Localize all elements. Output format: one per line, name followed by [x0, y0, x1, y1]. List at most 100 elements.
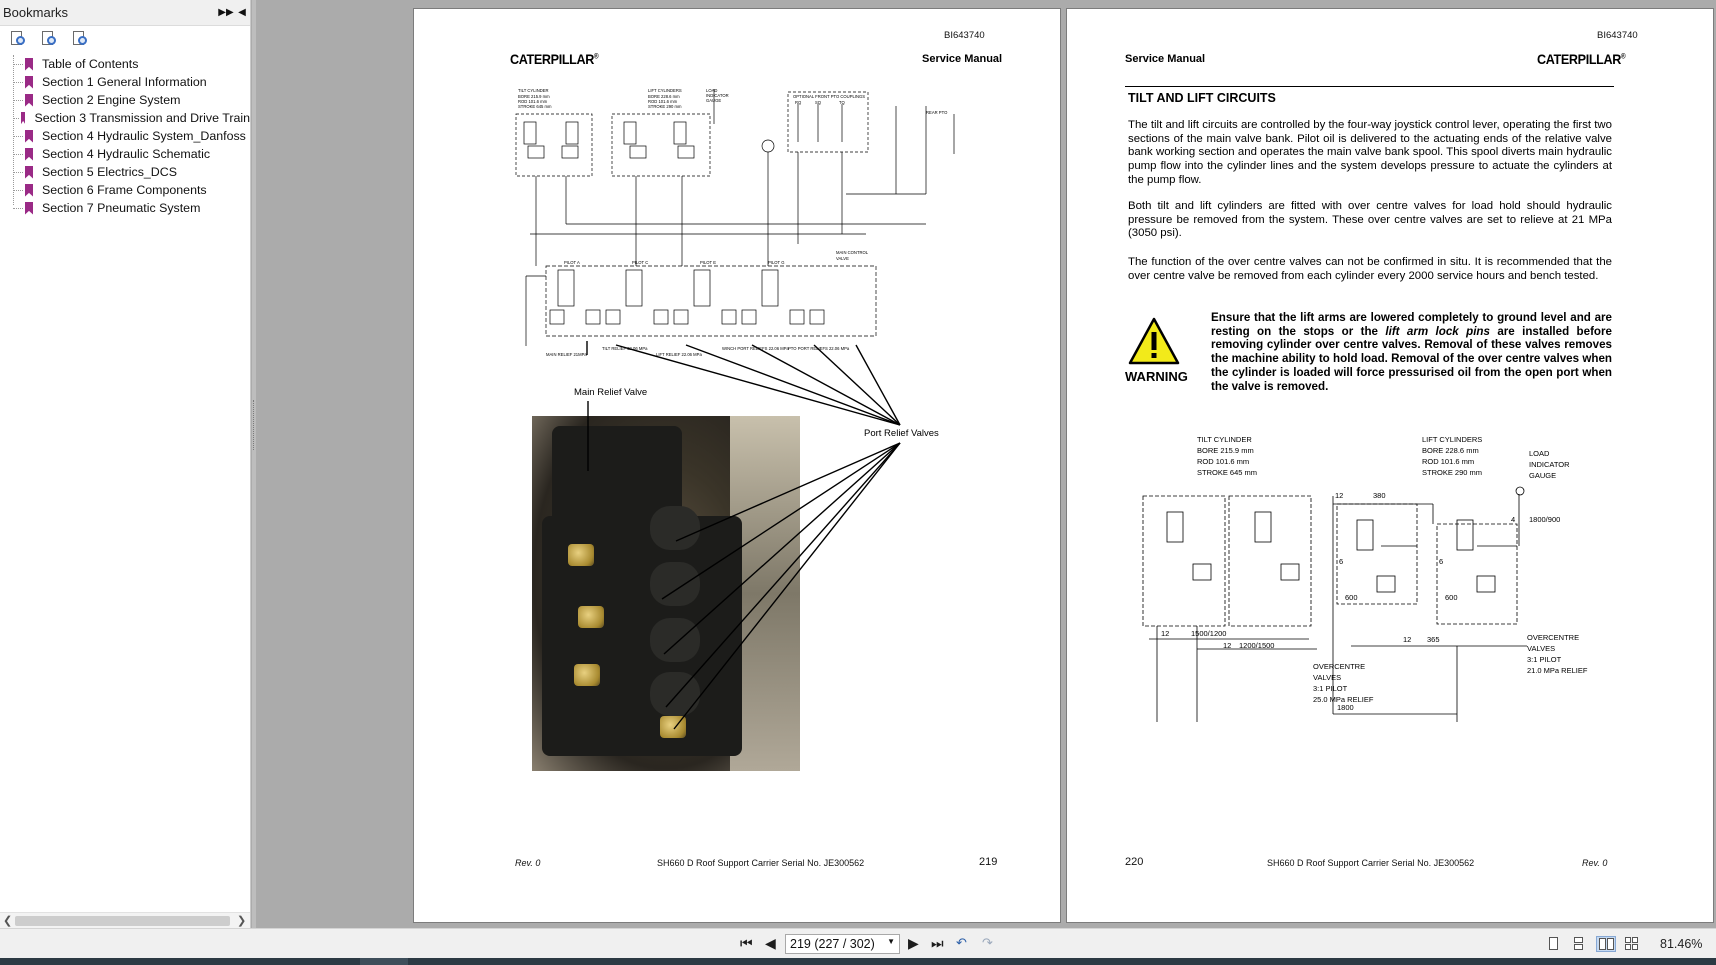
dim-label: 12: [1223, 641, 1231, 650]
gauge-line: LOAD: [1529, 449, 1550, 458]
page-220: BI643740 Service Manual CATERPILLAR® TIL…: [1066, 8, 1714, 923]
footer-title: SH660 D Roof Support Carrier Serial No. …: [657, 858, 865, 868]
pointer-lines: [586, 341, 901, 730]
footer-rev: Rev. 0: [515, 858, 541, 868]
last-page-icon[interactable]: ⏭: [931, 935, 944, 951]
bookmark-item[interactable]: Section 7 Pneumatic System: [0, 199, 250, 217]
dim-label: 12: [1335, 491, 1343, 500]
bookmark-label: Section 3 Transmission and Drive Train: [34, 111, 250, 125]
previous-view-icon[interactable]: ↶: [956, 935, 967, 951]
warning-text: Ensure that the lift arms are lowered co…: [1211, 311, 1612, 393]
dim-label: 6: [1339, 557, 1343, 566]
sidebar-horizontal-scrollbar[interactable]: ❮ ❯: [0, 912, 250, 928]
bookmark-item[interactable]: Section 3 Transmission and Drive Train: [0, 109, 250, 127]
collapse-bookmarks-icon[interactable]: [71, 30, 89, 48]
oc-left-line: VALVES: [1313, 673, 1341, 682]
expand-panel-icon[interactable]: ▶▶: [218, 7, 234, 18]
bookmark-label: Section 4 Hydraulic System_Danfoss: [42, 129, 246, 143]
dim-label: 4: [1511, 515, 1515, 524]
oc-right-line: OVERCENTRE: [1527, 633, 1579, 642]
bookmark-icon: [25, 93, 33, 107]
page-219: BI643740 CATERPILLAR® Service Manual TIL…: [413, 8, 1061, 923]
scroll-right-icon[interactable]: ❯: [237, 914, 246, 927]
find-bookmark-icon[interactable]: [9, 30, 27, 48]
bookmark-label: Table of Contents: [42, 57, 139, 71]
scrollbar-thumb[interactable]: [15, 916, 230, 926]
chevron-down-icon[interactable]: ▼: [887, 937, 895, 946]
panel-splitter[interactable]: [252, 0, 256, 928]
oc-left-line: 3:1 PILOT: [1313, 684, 1348, 693]
bookmark-label: Section 5 Electrics_DCS: [42, 165, 177, 179]
bookmark-label: Section 4 Hydraulic Schematic: [42, 147, 211, 161]
navigation-toolbar: ⏮ ◀ 219 (227 / 302) ▼ ▶ ⏭ ↶ ↷ 81.46%: [0, 928, 1716, 958]
bookmark-icon: [25, 165, 33, 179]
page-number-field[interactable]: 219 (227 / 302) ▼: [785, 934, 900, 954]
tilt-cyl-line: TILT CYLINDER: [1197, 435, 1252, 444]
bookmark-icon: [25, 57, 33, 71]
dim-label: 600: [1445, 593, 1458, 602]
bookmark-tree: Table of Contents Section 1 General Info…: [0, 55, 250, 217]
footer-rev: Rev. 0: [1582, 858, 1608, 868]
bookmarks-title: Bookmarks: [3, 5, 69, 20]
oc-right-line: VALVES: [1527, 644, 1555, 653]
paragraph: The tilt and lift circuits are controlle…: [1128, 119, 1612, 186]
bookmark-item[interactable]: Section 4 Hydraulic Schematic: [0, 145, 250, 163]
dim-label: 12: [1161, 629, 1169, 638]
oc-right-line: 21.0 MPa RELIEF: [1527, 666, 1588, 675]
bookmark-item[interactable]: Table of Contents: [0, 55, 250, 73]
single-page-view-icon[interactable]: [1546, 936, 1562, 952]
gauge-line: GAUGE: [1529, 471, 1556, 480]
paragraph: The function of the over centre valves c…: [1128, 256, 1612, 282]
page-number: 219: [979, 856, 998, 868]
two-page-view-icon[interactable]: [1596, 936, 1616, 952]
bookmark-item[interactable]: Section 5 Electrics_DCS: [0, 163, 250, 181]
doc-id: BI643740: [1597, 30, 1638, 41]
bookmark-icon: [25, 201, 33, 215]
dim-label: 1500/1200: [1191, 629, 1226, 638]
next-page-icon[interactable]: ▶: [908, 935, 919, 951]
first-page-icon[interactable]: ⏮: [740, 935, 753, 951]
bookmark-item[interactable]: Section 2 Engine System: [0, 91, 250, 109]
lift-cyl-line: STROKE 290 mm: [1422, 468, 1482, 477]
bookmarks-header: Bookmarks ▶▶ ◀: [0, 0, 250, 26]
oc-left-line: OVERCENTRE: [1313, 662, 1365, 671]
lift-cyl-line: BORE 228.6 mm: [1422, 446, 1479, 455]
page-number-value: 219 (227 / 302): [790, 937, 875, 951]
oc-right-line: 3:1 PILOT: [1527, 655, 1562, 664]
expand-bookmarks-icon[interactable]: [40, 30, 58, 48]
bookmark-label: Section 6 Frame Components: [42, 183, 207, 197]
taskbar-strip: [0, 958, 1716, 965]
tilt-cyl-line: BORE 215.9 mm: [1197, 446, 1254, 455]
bookmark-icon: [25, 183, 33, 197]
caterpillar-logo: CATERPILLAR®: [1537, 51, 1626, 67]
dim-label: 1200/1500: [1239, 641, 1274, 650]
bookmark-item[interactable]: Section 4 Hydraulic System_Danfoss: [0, 127, 250, 145]
zoom-level[interactable]: 81.46%: [1660, 937, 1702, 951]
gauge-line: INDICATOR: [1529, 460, 1570, 469]
footer-title: SH660 D Roof Support Carrier Serial No. …: [1267, 858, 1475, 868]
bookmark-item[interactable]: Section 6 Frame Components: [0, 181, 250, 199]
two-page-continuous-view-icon[interactable]: [1624, 936, 1640, 952]
dim-label: 600: [1345, 593, 1358, 602]
dim-label: 1800: [1337, 703, 1354, 712]
continuous-view-icon[interactable]: [1571, 936, 1587, 952]
tilt-cyl-line: ROD 101.6 mm: [1197, 457, 1249, 466]
warning-icon: [1128, 317, 1180, 365]
bookmark-label: Section 1 General Information: [42, 75, 207, 89]
lift-cyl-line: LIFT CYLINDERS: [1422, 435, 1482, 444]
gauge-value: 1800/900: [1529, 515, 1560, 524]
bookmarks-panel: Bookmarks ▶▶ ◀ Table of Contents Section…: [0, 0, 251, 928]
scroll-left-icon[interactable]: ❮: [3, 914, 12, 927]
dim-label: 365: [1427, 635, 1440, 644]
bookmark-icon: [25, 147, 33, 161]
bookmark-label: Section 7 Pneumatic System: [42, 201, 201, 215]
collapse-panel-icon[interactable]: ◀: [234, 7, 250, 18]
lift-cyl-line: ROD 101.6 mm: [1422, 457, 1474, 466]
bookmark-icon: [25, 75, 33, 89]
bookmark-icon: [20, 111, 26, 125]
next-view-icon[interactable]: ↷: [982, 935, 993, 951]
previous-page-icon[interactable]: ◀: [765, 935, 776, 951]
bookmark-item[interactable]: Section 1 General Information: [0, 73, 250, 91]
warning-emphasis: lift arm lock pins: [1385, 324, 1490, 338]
section-title: TILT AND LIFT CIRCUITS: [1128, 91, 1276, 105]
